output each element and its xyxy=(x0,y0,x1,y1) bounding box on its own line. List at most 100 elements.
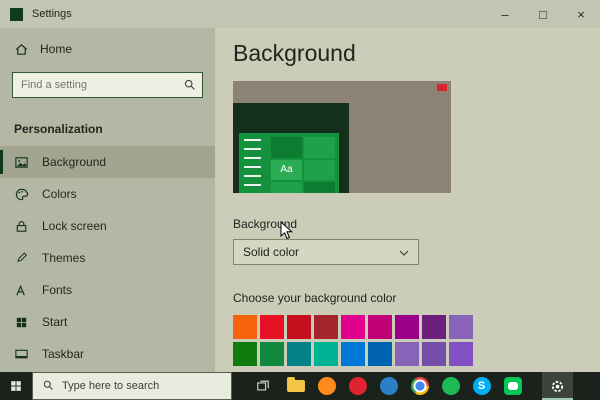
chrome-icon xyxy=(410,377,429,395)
palette-icon xyxy=(14,187,30,202)
start-menu-preview-list xyxy=(239,133,267,193)
sidebar-item-label: Themes xyxy=(42,251,86,265)
color-swatch[interactable] xyxy=(260,342,284,366)
firefox-icon xyxy=(317,377,336,395)
color-swatch[interactable] xyxy=(449,315,473,339)
task-view-icon[interactable] xyxy=(246,372,280,400)
start-menu-preview-tile xyxy=(304,137,335,158)
home-icon xyxy=(14,42,29,57)
line-icon xyxy=(503,377,522,395)
sidebar-item-label: Fonts xyxy=(42,283,73,297)
maximize-button[interactable]: □ xyxy=(524,0,562,28)
start-menu-preview-line xyxy=(244,166,261,168)
file-explorer-icon[interactable] xyxy=(280,372,311,400)
sidebar-item-background[interactable]: Background xyxy=(0,146,215,178)
titlebar: Settings – □ × xyxy=(0,0,600,28)
opera-icon[interactable] xyxy=(342,372,373,400)
sidebar-nav: Background Colors Lock screen Themes Fonts St… xyxy=(0,146,215,370)
color-swatch[interactable] xyxy=(287,315,311,339)
taskbar: Type here to search S xyxy=(0,372,600,400)
chrome-icon[interactable] xyxy=(404,372,435,400)
image-icon xyxy=(14,155,30,170)
color-swatch[interactable] xyxy=(422,315,446,339)
settings-icon[interactable] xyxy=(542,372,573,400)
start-menu-preview-line xyxy=(244,148,261,150)
taskbar-icon xyxy=(14,347,30,362)
color-swatch-grid xyxy=(233,315,473,366)
color-swatch[interactable] xyxy=(341,315,365,339)
lock-icon xyxy=(14,219,30,234)
sidebar-item-taskbar[interactable]: Taskbar xyxy=(0,338,215,370)
color-swatch[interactable] xyxy=(368,315,392,339)
color-swatch[interactable] xyxy=(314,342,338,366)
sidebar-item-label: Start xyxy=(42,315,68,329)
start-menu-preview-line xyxy=(244,184,261,186)
sidebar-item-label: Lock screen xyxy=(42,219,107,233)
sidebar-item-home[interactable]: Home xyxy=(0,34,215,64)
taskbar-search-box[interactable]: Type here to search xyxy=(32,372,232,400)
search-icon xyxy=(42,379,54,394)
page-title: Background xyxy=(233,40,356,66)
chat-bubble-icon xyxy=(507,382,518,390)
window-title: Settings xyxy=(32,8,72,20)
sidebar-item-themes[interactable]: Themes xyxy=(0,242,215,274)
color-swatch[interactable] xyxy=(287,342,311,366)
minimize-button[interactable]: – xyxy=(486,0,524,28)
start-menu-preview: Aa xyxy=(239,133,339,193)
background-preview: Aa xyxy=(233,81,451,193)
start-menu-preview-tile xyxy=(271,182,302,193)
search-icon xyxy=(183,78,196,96)
choose-color-label: Choose your background color xyxy=(233,291,397,305)
color-swatch[interactable] xyxy=(368,342,392,366)
color-swatch[interactable] xyxy=(422,342,446,366)
color-swatch[interactable] xyxy=(233,342,257,366)
file-explorer-icon xyxy=(286,377,305,392)
sidebar-item-fonts[interactable]: Fonts xyxy=(0,274,215,306)
taskbar-app-icons: S xyxy=(280,372,573,400)
settings-window-icon xyxy=(10,7,23,21)
color-swatch[interactable] xyxy=(395,315,419,339)
start-icon xyxy=(14,315,30,330)
sidebar-item-label: Colors xyxy=(42,187,77,201)
taskbar-search-placeholder: Type here to search xyxy=(62,380,160,392)
color-swatch[interactable] xyxy=(449,342,473,366)
brush-icon xyxy=(14,251,30,266)
sidebar-item-lock-screen[interactable]: Lock screen xyxy=(0,210,215,242)
background-type-dropdown[interactable]: Solid color xyxy=(233,239,419,265)
chevron-down-icon xyxy=(399,245,409,259)
preview-desktop-color: Aa xyxy=(233,103,349,193)
start-menu-preview-line xyxy=(244,175,261,177)
sidebar-item-colors[interactable]: Colors xyxy=(0,178,215,210)
opera-icon xyxy=(348,377,367,395)
settings-window: Settings – □ × Home Personalization Back… xyxy=(0,0,600,400)
sidebar-item-start[interactable]: Start xyxy=(0,306,215,338)
preview-close-accent xyxy=(437,84,447,91)
firefox-icon[interactable] xyxy=(311,372,342,400)
edge-icon[interactable] xyxy=(373,372,404,400)
close-button[interactable]: × xyxy=(562,0,600,28)
skype-icon[interactable]: S xyxy=(466,372,497,400)
start-menu-preview-line xyxy=(244,139,261,141)
start-menu-preview-tile xyxy=(304,159,335,181)
find-setting-input[interactable] xyxy=(12,72,203,98)
start-menu-preview-sample-tile: Aa xyxy=(271,159,302,181)
color-swatch[interactable] xyxy=(341,342,365,366)
color-swatch[interactable] xyxy=(314,315,338,339)
color-swatch[interactable] xyxy=(233,315,257,339)
fonts-icon xyxy=(14,283,30,298)
skype-icon: S xyxy=(472,377,491,395)
spotify-icon[interactable] xyxy=(435,372,466,400)
sidebar-item-label: Taskbar xyxy=(42,347,85,361)
start-button[interactable] xyxy=(0,372,32,400)
line-icon[interactable] xyxy=(497,372,528,400)
spotify-icon xyxy=(441,377,460,395)
color-swatch[interactable] xyxy=(260,315,284,339)
home-label: Home xyxy=(40,42,73,56)
sidebar-search xyxy=(12,72,203,98)
start-menu-preview-tile xyxy=(271,137,302,158)
edge-icon xyxy=(379,377,398,395)
sidebar-item-label: Background xyxy=(42,155,107,169)
mouse-cursor xyxy=(280,221,293,240)
sidebar-section-header: Personalization xyxy=(14,122,103,136)
color-swatch[interactable] xyxy=(395,342,419,366)
